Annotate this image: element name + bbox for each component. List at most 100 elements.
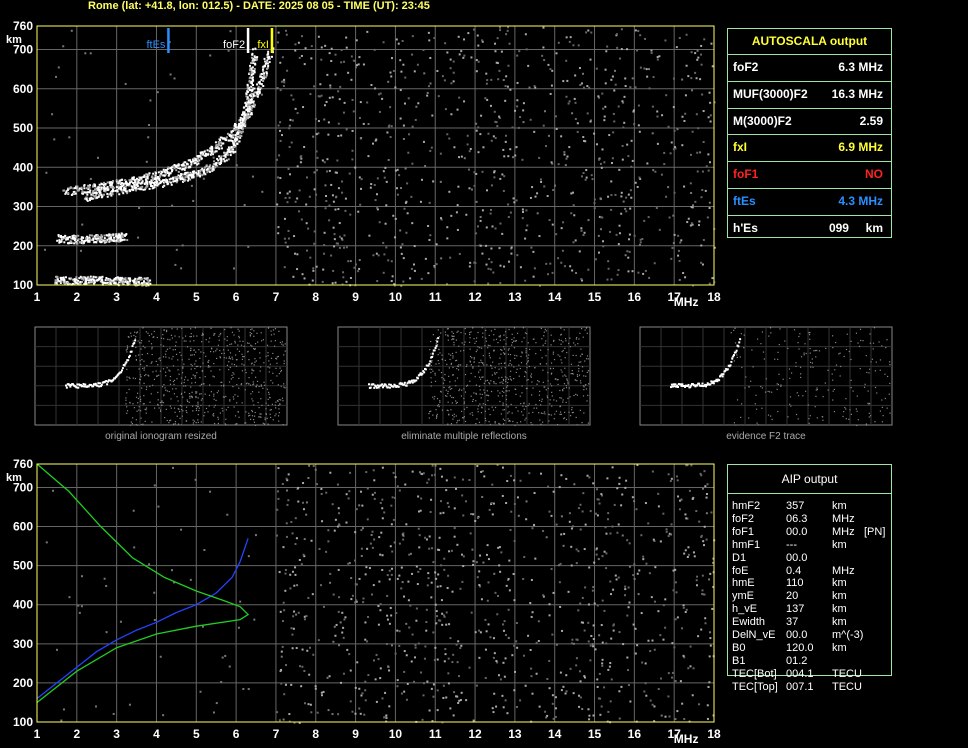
thumb-noise <box>142 367 144 370</box>
noise-dot <box>642 272 645 275</box>
noise-dot <box>588 718 591 721</box>
thumb-noise <box>144 347 146 349</box>
thumb-noise <box>232 385 234 388</box>
trace-point <box>262 85 265 88</box>
noise-dot <box>617 269 620 272</box>
noise-dot <box>378 580 381 583</box>
thumb-noise <box>259 370 261 372</box>
noise-dot <box>612 131 615 134</box>
thumb-noise <box>526 366 528 369</box>
noise-dot <box>610 208 613 211</box>
thumb-noise <box>476 418 478 420</box>
noise-dot <box>476 34 479 37</box>
noise-dot <box>617 105 620 108</box>
thumb-noise <box>170 407 172 409</box>
series-line-model <box>36 463 250 704</box>
noise-dot <box>531 186 534 189</box>
trace-point <box>246 107 249 110</box>
noise-dot <box>652 76 655 79</box>
noise-dot <box>377 623 380 626</box>
noise-dot <box>280 650 283 653</box>
noise-dot <box>174 263 177 266</box>
noise-dot <box>303 63 306 66</box>
noise-dot <box>383 716 386 719</box>
noise-dot <box>516 646 519 649</box>
thumb-noise <box>439 352 441 354</box>
trace-point <box>69 186 72 189</box>
thumb-noise <box>250 329 252 331</box>
noise-dot <box>587 640 590 643</box>
trace-point <box>85 237 88 240</box>
noise-dot <box>586 112 589 115</box>
thumb-noise <box>195 396 197 399</box>
noise-dot <box>498 115 501 118</box>
thumb-noise <box>269 413 271 415</box>
noise-dot <box>310 45 313 48</box>
noise-dot <box>410 267 413 270</box>
noise-dot <box>285 33 288 36</box>
noise-dot <box>438 549 441 552</box>
trace-point <box>60 280 63 283</box>
noise-dot <box>461 580 464 583</box>
trace-point <box>230 134 233 137</box>
noise-dot <box>679 241 682 244</box>
noise-dot <box>514 154 517 157</box>
noise-dot <box>563 265 566 268</box>
thumb-trace <box>96 384 99 387</box>
noise-dot <box>326 158 329 161</box>
noise-dot <box>524 279 527 282</box>
trace-point <box>262 79 265 82</box>
noise-dot <box>395 187 398 190</box>
trace-point <box>212 165 215 168</box>
thumb-noise <box>273 333 275 335</box>
noise-dot <box>57 66 60 69</box>
trace-point <box>265 72 268 75</box>
noise-dot <box>703 38 706 41</box>
noise-dot <box>400 252 403 255</box>
thumb-noise <box>498 336 500 338</box>
thumb-noise <box>463 344 465 346</box>
noise-dot <box>314 685 317 688</box>
thumb-noise <box>502 423 505 425</box>
noise-dot <box>349 700 352 703</box>
thumb-noise <box>443 378 445 380</box>
noise-dot <box>475 59 478 62</box>
trace-point <box>149 279 152 282</box>
trace-point <box>126 184 129 187</box>
thumb-noise <box>152 384 154 386</box>
noise-dot <box>452 714 455 717</box>
noise-dot <box>690 191 693 194</box>
trace-point <box>66 189 69 192</box>
thumb-noise <box>436 416 438 418</box>
thumb-noise <box>142 327 144 329</box>
thumb-noise <box>451 414 454 416</box>
noise-dot <box>618 476 621 479</box>
trace-point <box>119 281 122 284</box>
x-tick-label: 4 <box>153 727 160 741</box>
thumb-noise <box>195 391 197 393</box>
noise-dot <box>390 280 393 283</box>
noise-dot <box>685 608 688 611</box>
noise-dot <box>604 68 607 71</box>
noise-dot <box>672 589 675 592</box>
thumb-noise <box>464 420 467 423</box>
noise-dot <box>560 533 563 536</box>
noise-dot <box>354 263 357 266</box>
noise-dot <box>565 95 568 98</box>
trace-point <box>117 182 120 185</box>
trace-point <box>137 280 140 283</box>
thumb-noise <box>140 424 142 426</box>
noise-dot <box>299 161 302 164</box>
noise-dot <box>458 53 461 56</box>
thumb-noise <box>443 386 445 389</box>
thumb-noise <box>212 375 214 377</box>
thumb-noise <box>521 385 523 387</box>
trace-point <box>258 91 261 94</box>
thumb-noise <box>252 418 255 421</box>
noise-dot <box>342 626 345 629</box>
thumb-noise <box>204 411 206 414</box>
noise-dot <box>391 567 394 570</box>
thumb-noise <box>277 355 279 358</box>
thumb-noise <box>473 338 475 340</box>
noise-dot <box>435 263 438 266</box>
